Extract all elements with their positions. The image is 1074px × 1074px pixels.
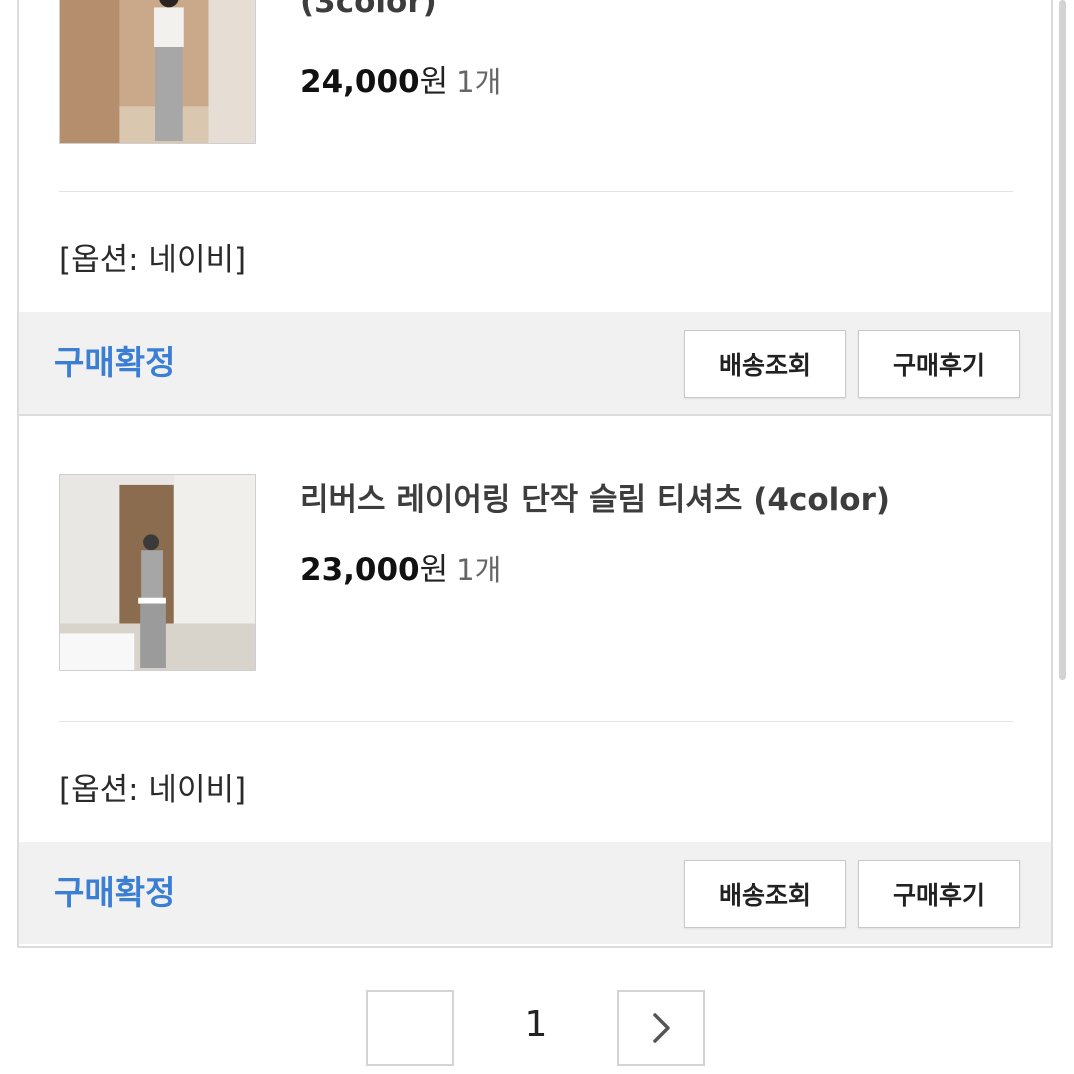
price-row: 23,000원 1개	[300, 544, 501, 589]
chevron-right-icon	[653, 1013, 670, 1043]
track-delivery-button[interactable]: 배송조회	[684, 330, 846, 398]
product-name[interactable]: (3color)	[300, 0, 437, 20]
order-action-bar: 구매확정 배송조회 구매후기	[19, 312, 1051, 414]
quantity: 1개	[456, 65, 502, 99]
divider	[59, 191, 1013, 192]
prev-page-button[interactable]	[366, 990, 454, 1066]
product-photo	[60, 0, 255, 143]
product-photo	[60, 475, 255, 670]
divider	[59, 721, 1013, 722]
product-name[interactable]: 리버스 레이어링 단작 슬림 티셔츠 (4color)	[300, 474, 890, 519]
price: 24,000	[300, 64, 420, 100]
currency: 원	[419, 552, 449, 588]
option-text: [옵션: 네이비]	[59, 772, 247, 808]
currency: 원	[419, 64, 449, 100]
write-review-button[interactable]: 구매후기	[858, 860, 1020, 928]
order-card: 리버스 레이어링 단작 슬림 티셔츠 (4color) 23,000원 1개 [옵…	[17, 416, 1053, 948]
order-card: (3color) 24,000원 1개 [옵션: 네이비] 구매확정 배송조회 구…	[17, 0, 1053, 416]
option-text: [옵션: 네이비]	[59, 242, 247, 278]
quantity: 1개	[456, 553, 502, 587]
current-page-number[interactable]: 1	[510, 1004, 562, 1045]
purchase-confirmed-label: 구매확정	[54, 873, 176, 912]
product-thumbnail[interactable]	[59, 0, 256, 144]
next-page-button[interactable]	[617, 990, 705, 1066]
track-delivery-button[interactable]: 배송조회	[684, 860, 846, 928]
purchase-confirmed-label: 구매확정	[54, 343, 176, 382]
order-action-bar: 구매확정 배송조회 구매후기	[19, 842, 1051, 944]
price: 23,000	[300, 552, 420, 588]
price-row: 24,000원 1개	[300, 56, 501, 101]
scrollbar[interactable]	[1059, 0, 1066, 680]
write-review-button[interactable]: 구매후기	[858, 330, 1020, 398]
product-thumbnail[interactable]	[59, 474, 256, 671]
